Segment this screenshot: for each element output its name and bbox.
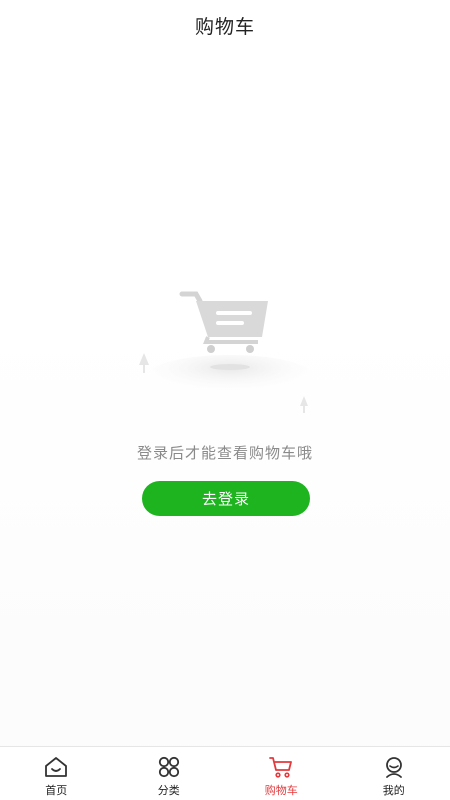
bottom-tab-bar: 首页 分类 购物车 我的 — [0, 746, 450, 800]
tab-category[interactable]: 分类 — [113, 747, 226, 800]
page-title: 购物车 — [194, 15, 255, 38]
tab-profile-label: 我的 — [382, 784, 405, 797]
tab-cart[interactable]: 购物车 — [225, 747, 338, 800]
tab-profile[interactable]: 我的 — [338, 747, 450, 800]
profile-icon — [385, 757, 402, 778]
empty-cart-illustration — [130, 285, 320, 420]
login-button[interactable]: 去登录 — [142, 481, 310, 516]
tab-category-label: 分类 — [157, 784, 180, 797]
category-icon — [158, 756, 179, 778]
home-icon — [45, 757, 68, 777]
cart-screen: 购物车 登录后才能查看购物车哦 去登录 首页 分类 购物车 我的 — [0, 0, 450, 800]
tab-cart-label: 购物车 — [264, 784, 298, 797]
cart-icon — [269, 757, 293, 778]
empty-cart-message: 登录后才能查看购物车哦 — [136, 444, 313, 462]
tab-home[interactable]: 首页 — [0, 747, 113, 800]
tab-home-label: 首页 — [45, 784, 68, 797]
top-bar: 购物车 — [0, 0, 450, 50]
empty-cart-icon — [139, 291, 315, 413]
